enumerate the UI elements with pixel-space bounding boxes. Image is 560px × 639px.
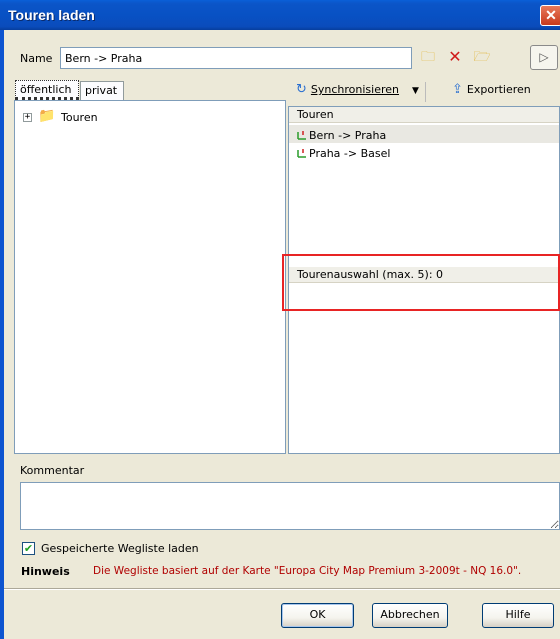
tab-privat[interactable]: privat xyxy=(80,81,124,100)
name-label: Name xyxy=(20,52,53,65)
export-button[interactable]: ⇪ Exportieren xyxy=(452,82,531,102)
tab-label: öffentlich xyxy=(20,83,72,96)
window-frame xyxy=(0,30,4,639)
play-button[interactable]: ▷ xyxy=(530,45,558,70)
new-folder-button[interactable]: 🗀 xyxy=(416,46,440,70)
route-icon xyxy=(297,149,306,158)
delete-button[interactable]: ✕ xyxy=(443,46,467,70)
hint-label: Hinweis xyxy=(21,565,70,578)
load-waylist-label[interactable]: Gespeicherte Wegliste laden xyxy=(41,542,199,555)
cancel-label: Abbrechen xyxy=(380,608,440,621)
tour-name: Bern -> Praha xyxy=(309,129,387,142)
tour-list-panel: Touren Bern -> Praha Praha -> Basel Tour… xyxy=(288,106,560,454)
name-input[interactable] xyxy=(60,47,412,69)
expand-icon[interactable]: + xyxy=(23,113,32,122)
tab-oeffentlich[interactable]: öffentlich xyxy=(15,80,79,100)
close-button[interactable]: ✕ xyxy=(540,5,560,26)
export-icon: ⇪ xyxy=(452,82,463,97)
divider xyxy=(4,588,560,590)
tour-name: Praha -> Basel xyxy=(309,147,391,160)
chevron-down-icon[interactable]: ▼ xyxy=(412,86,419,96)
ok-label: OK xyxy=(309,608,326,621)
comment-field[interactable] xyxy=(20,482,560,530)
synchronize-button[interactable]: ↻ Synchronisieren xyxy=(296,82,399,102)
delete-icon: ✕ xyxy=(448,47,462,66)
play-icon: ▷ xyxy=(539,50,549,64)
ok-button[interactable]: OK xyxy=(281,603,354,628)
tour-list-header: Touren xyxy=(289,107,559,123)
window-title: Touren laden xyxy=(0,0,560,30)
tree-item-touren[interactable]: Touren xyxy=(61,111,98,124)
list-item[interactable]: Praha -> Basel xyxy=(296,143,559,161)
route-icon xyxy=(297,131,306,140)
toolbar-divider xyxy=(425,82,426,102)
open-folder-icon: 🗁 xyxy=(473,49,491,65)
load-waylist-checkbox[interactable]: ✔ xyxy=(22,542,35,555)
new-folder-icon: 🗀 xyxy=(421,49,435,65)
tour-selection-header: Tourenauswahl (max. 5): 0 xyxy=(289,267,559,283)
tour-tree[interactable]: + 📁 Touren xyxy=(14,100,286,454)
export-label: Exportieren xyxy=(466,83,531,96)
hint-text: Die Wegliste basiert auf der Karte "Euro… xyxy=(93,565,522,577)
comment-label: Kommentar xyxy=(20,464,85,477)
folder-icon: 📁 xyxy=(38,108,56,124)
open-folder-button[interactable]: 🗁 xyxy=(470,46,494,70)
help-label: Hilfe xyxy=(505,608,531,621)
help-button[interactable]: Hilfe xyxy=(482,603,554,628)
synchronize-label: Synchronisieren xyxy=(310,83,400,96)
cancel-button[interactable]: Abbrechen xyxy=(372,603,448,628)
sync-icon: ↻ xyxy=(296,82,307,97)
list-item[interactable]: Bern -> Praha xyxy=(289,125,559,143)
tab-label: privat xyxy=(85,84,118,97)
